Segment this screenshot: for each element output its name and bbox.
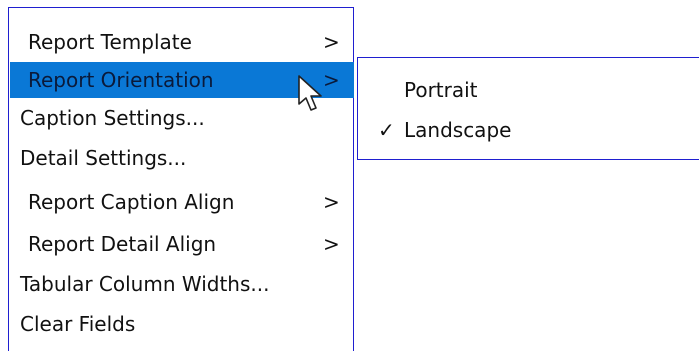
menu-item-report-caption-align[interactable]: Report Caption Align > — [10, 184, 354, 220]
menu-item-label: Detail Settings... — [20, 146, 187, 170]
screen: Report Template > Report Orientation > C… — [0, 0, 699, 351]
arrow-pointer-icon — [298, 75, 322, 111]
submenu-item-label: Landscape — [404, 118, 512, 142]
menu-item-label: Report Template — [28, 30, 192, 54]
menu-item-tabular-column-widths[interactable]: Tabular Column Widths... — [10, 266, 354, 302]
menu-item-label: Caption Settings... — [20, 106, 205, 130]
check-icon: ✓ — [378, 118, 395, 142]
submenu-item-portrait[interactable]: Portrait — [358, 72, 698, 108]
submenu-arrow-icon: > — [323, 232, 340, 256]
menu-item-report-template[interactable]: Report Template > — [10, 24, 354, 60]
menu-item-label: Report Detail Align — [28, 232, 217, 256]
context-menu: Report Template > Report Orientation > C… — [8, 7, 354, 351]
menu-item-label: Report Orientation — [28, 68, 214, 92]
menu-item-clear-fields[interactable]: Clear Fields — [10, 306, 354, 342]
submenu-item-landscape[interactable]: ✓ Landscape — [358, 112, 698, 148]
menu-item-report-detail-align[interactable]: Report Detail Align > — [10, 226, 354, 262]
submenu-arrow-icon: > — [323, 190, 340, 214]
submenu-item-label: Portrait — [404, 78, 478, 102]
menu-item-label: Clear Fields — [20, 312, 136, 336]
menu-item-detail-settings[interactable]: Detail Settings... — [10, 140, 354, 176]
orientation-submenu: Portrait ✓ Landscape — [357, 57, 699, 160]
submenu-arrow-icon: > — [323, 30, 340, 54]
menu-item-label: Tabular Column Widths... — [20, 272, 270, 296]
menu-item-label: Report Caption Align — [28, 190, 235, 214]
